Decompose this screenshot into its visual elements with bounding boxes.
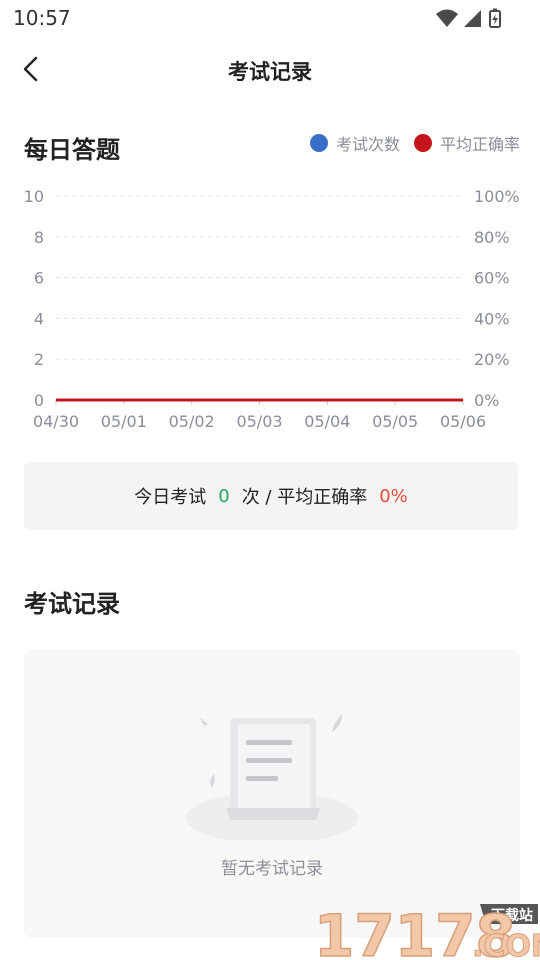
daily-chart: 10 100% 8 80% 6 60% 4 40% 2 20% 0 0% 04/30 05/01 05/02… — [0, 180, 540, 440]
y-left-tick-label: 10 — [24, 187, 44, 206]
legend-label-rate: 平均正确率 — [439, 135, 520, 154]
y-right-tick-label: 60% — [474, 269, 510, 288]
today-summary: 今日考试 0 次 / 平均正确率 0% — [24, 462, 518, 530]
watermark-logo: 下载站 17178 .COM — [313, 901, 540, 960]
x-tick-label: 04/30 — [33, 412, 79, 431]
x-tick-label: 05/05 — [372, 412, 418, 431]
legend-item-rate: 平均正确率 — [413, 131, 520, 155]
status-time: 10:57 — [13, 6, 71, 30]
y-left-tick-label: 4 — [34, 309, 44, 328]
wifi-icon — [436, 9, 458, 27]
signal-icon — [464, 10, 481, 27]
summary-middle: 次 / 平均正确率 — [241, 487, 368, 508]
records-section-title: 考试记录 — [24, 590, 120, 618]
empty-document-icon — [186, 714, 358, 840]
status-icons — [436, 8, 501, 28]
chart-svg: 10 100% 8 80% 6 60% 4 40% 2 20% 0 0% 04/30 05/01 05/02… — [24, 187, 520, 431]
summary-rate-value: 0% — [379, 485, 408, 507]
x-tick-label: 05/01 — [101, 412, 147, 431]
summary-count-value: 0 — [218, 485, 230, 507]
y-left-tick-label: 0 — [34, 391, 44, 410]
x-tick-label: 05/03 — [236, 412, 282, 431]
y-left-tick-label: 2 — [34, 350, 44, 369]
battery-icon — [489, 8, 501, 28]
daily-section-title: 每日答题 — [24, 136, 120, 164]
legend-label-count: 考试次数 — [335, 135, 400, 154]
y-right-tick-label: 80% — [474, 228, 510, 247]
y-right-tick-label: 0% — [474, 391, 499, 410]
legend-dot-count — [309, 134, 328, 152]
summary-prefix: 今日考试 — [134, 487, 207, 508]
empty-records-text: 暂无考试记录 — [221, 859, 323, 879]
watermark-suffix-text: .COM — [472, 929, 540, 960]
page-title: 考试记录 — [228, 60, 312, 84]
y-right-tick-label: 100% — [474, 187, 520, 206]
y-right-tick-label: 40% — [474, 309, 510, 328]
legend-item-count: 考试次数 — [309, 131, 400, 155]
chart-legend: 考试次数 平均正确率 — [296, 132, 520, 154]
status-bar: 10:57 — [0, 0, 540, 36]
x-tick-label: 05/02 — [169, 412, 215, 431]
x-tick-label: 05/04 — [304, 412, 350, 431]
y-left-tick-label: 8 — [34, 228, 44, 247]
x-tick-label: 05/06 — [440, 412, 486, 431]
y-right-tick-label: 20% — [474, 350, 510, 369]
empty-records-card: 暂无考试记录 — [24, 650, 520, 938]
legend-dot-rate — [413, 134, 432, 152]
y-left-tick-label: 6 — [34, 269, 44, 288]
nav-bar: 考试记录 — [0, 44, 540, 96]
